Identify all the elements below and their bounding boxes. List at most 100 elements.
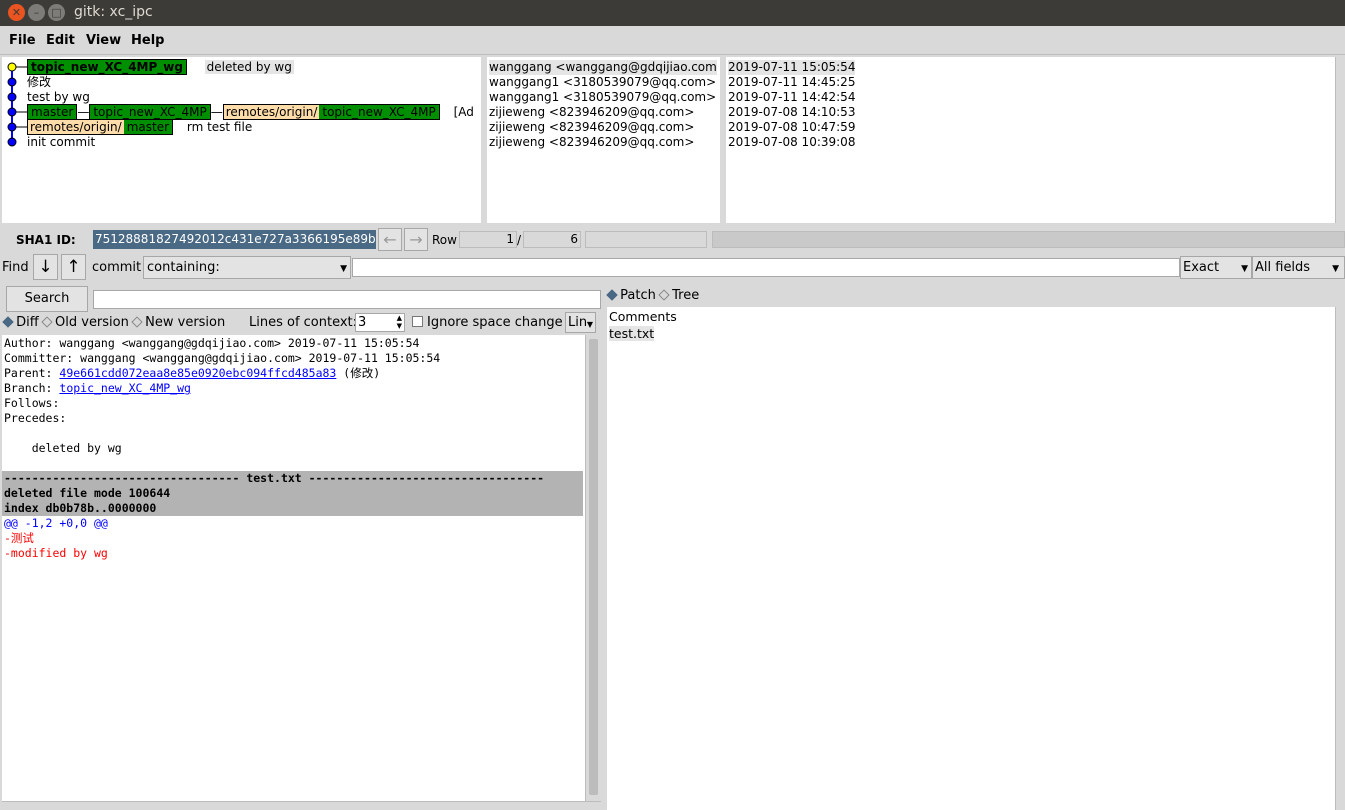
commit-tag: deleted by wg [204, 60, 294, 74]
highlight-select[interactable]: Lin ▼ [565, 312, 596, 333]
patch-tree-toggle: Patch Tree [606, 288, 699, 303]
find-type-select[interactable]: containing: ▼ [143, 256, 351, 279]
chevron-down-icon: ▼ [340, 264, 347, 274]
commit-message: deleted by wg [4, 441, 122, 455]
minimize-icon[interactable]: – [28, 4, 45, 21]
search-button[interactable]: Search [6, 286, 88, 312]
author-row[interactable]: wanggang1 <3180539079@qq.com> [489, 90, 716, 105]
deleted-line: -测试 [4, 531, 34, 545]
menu-bar: File Edit View Help [0, 26, 1345, 55]
ignore-space-checkbox[interactable] [412, 316, 423, 327]
menu-view[interactable]: View [86, 33, 121, 48]
radio-tree-icon[interactable] [658, 289, 670, 301]
find-up-arrow-icon[interactable]: ↑ [61, 254, 86, 280]
tree-label[interactable]: Tree [672, 288, 699, 303]
branch-link[interactable]: topic_new_XC_4MP_wg [59, 381, 191, 395]
match-mode-value: Exact [1183, 260, 1220, 275]
commit-row[interactable]: init commit [27, 135, 95, 150]
search-input[interactable] [93, 290, 601, 309]
find-input[interactable] [352, 258, 1180, 277]
file-list-scrollbar[interactable] [1335, 307, 1345, 810]
highlight-value: Lin [568, 315, 588, 330]
date-row[interactable]: 2019-07-08 14:10:53 [728, 105, 855, 120]
deleted-line: -modified by wg [4, 546, 108, 560]
commit-row[interactable]: test by wg [27, 90, 90, 105]
date-row[interactable]: 2019-07-11 15:05:54 [728, 60, 856, 75]
branch-ref: master [123, 119, 174, 135]
detail-scrollbar[interactable] [585, 335, 601, 801]
commit-detail-pane[interactable]: Author: wanggang <wanggang@gdqijiao.com>… [2, 335, 585, 801]
chevron-down-icon: ▼ [586, 320, 593, 329]
chevron-down-icon: ▼ [1241, 264, 1248, 274]
row-separator: / [517, 233, 522, 247]
window-title: gitk: xc_ipc [74, 4, 153, 20]
sha1-field[interactable]: 75128881827492012c431e727a3366195e89b419 [93, 230, 376, 249]
commit-row[interactable]: remotes/origin/master rm test file [27, 119, 252, 135]
close-icon[interactable]: ✕ [8, 4, 25, 21]
find-commit-label: commit [92, 260, 142, 275]
author-row[interactable]: wanggang1 <3180539079@qq.com> [489, 75, 716, 90]
branch-line: Branch: topic_new_XC_4MP_wg [4, 381, 191, 396]
date-pane[interactable]: 2019-07-11 15:05:54 2019-07-11 14:45:25 … [726, 57, 1335, 223]
precedes-line: Precedes: [4, 411, 67, 425]
commit-node [7, 137, 17, 147]
date-row[interactable]: 2019-07-11 14:45:25 [728, 75, 855, 90]
author-row[interactable]: zijieweng <823946209@qq.com> [489, 120, 694, 135]
commit-node [7, 107, 17, 117]
radio-old-icon[interactable] [41, 316, 53, 328]
commit-row[interactable]: topic_new_XC_4MP_wg deleted by wg [27, 59, 294, 75]
commit-row[interactable]: master — topic_new_XC_4MP — remotes/origin/t… [27, 104, 474, 120]
new-version-label[interactable]: New version [145, 315, 225, 330]
title-bar: ✕ – □ gitk: xc_ipc [0, 0, 1345, 26]
diff-radio-label[interactable]: Diff [16, 315, 39, 330]
find-type-value: containing: [147, 260, 220, 275]
patch-label[interactable]: Patch [620, 288, 656, 303]
spin-arrows-icon[interactable]: ▲ ▼ [397, 314, 402, 330]
author-row[interactable]: zijieweng <823946209@qq.com> [489, 135, 694, 150]
sha1-label: SHA1 ID: [16, 233, 76, 247]
chevron-down-icon: ▼ [1332, 264, 1339, 274]
maximize-icon[interactable]: □ [48, 4, 65, 21]
parent-link[interactable]: 49e661cdd072eaa8e85e0920ebc094ffcd485a83 [59, 366, 336, 380]
file-list-item[interactable]: test.txt [609, 326, 655, 341]
row-index: 1 [459, 231, 517, 248]
file-list-item[interactable]: Comments [609, 309, 677, 324]
parent-line: Parent: 49e661cdd072eaa8e85e0920ebc094ff… [4, 366, 380, 381]
file-header: ---------------------------------- test.… [4, 471, 545, 485]
parent-label: Parent: [4, 366, 60, 380]
date-row[interactable]: 2019-07-11 14:42:54 [728, 90, 855, 105]
commit-graph-pane[interactable]: topic_new_XC_4MP_wg deleted by wg 修改 tes… [2, 57, 481, 223]
menu-help[interactable]: Help [131, 33, 164, 48]
author-row[interactable]: wanggang <wanggang@gdqijiao.com [489, 60, 717, 75]
date-row[interactable]: 2019-07-08 10:47:59 [728, 120, 855, 135]
commit-node [7, 92, 17, 102]
index-line: index db0b78b..0000000 [4, 501, 157, 515]
file-list-pane[interactable]: Comments test.txt [607, 307, 1335, 810]
scroll-thumb[interactable] [589, 339, 598, 795]
menu-edit[interactable]: Edit [46, 33, 75, 48]
context-spinbox[interactable]: 3 ▲ ▼ [355, 313, 405, 332]
forward-arrow-icon[interactable]: → [404, 228, 428, 251]
old-version-label[interactable]: Old version [55, 315, 129, 330]
date-row[interactable]: 2019-07-08 10:39:08 [728, 135, 855, 150]
field-select[interactable]: All fields ▼ [1252, 256, 1345, 279]
commit-row[interactable]: 修改 [27, 75, 51, 90]
find-down-arrow-icon[interactable]: ↓ [33, 254, 58, 280]
author-line: Author: wanggang <wanggang@gdqijiao.com>… [4, 336, 420, 350]
author-row[interactable]: zijieweng <823946209@qq.com> [489, 105, 694, 120]
back-arrow-icon[interactable]: ← [378, 228, 402, 251]
field-value: All fields [1255, 260, 1311, 275]
row-total: 6 [523, 231, 581, 248]
radio-patch-icon[interactable] [606, 289, 618, 301]
author-pane[interactable]: wanggang <wanggang@gdqijiao.com wanggang… [487, 57, 720, 223]
detail-hscrollbar[interactable] [2, 801, 601, 810]
radio-new-icon[interactable] [131, 316, 143, 328]
menu-file[interactable]: File [9, 33, 36, 48]
match-mode-select[interactable]: Exact ▼ [1180, 256, 1252, 279]
ignore-space-label: Ignore space change [427, 315, 563, 330]
find-label: Find [2, 260, 29, 275]
history-scrollbar[interactable] [1335, 57, 1345, 223]
context-value: 3 [358, 315, 367, 330]
radio-diff-icon[interactable] [2, 316, 14, 328]
progress-bar [712, 231, 1345, 248]
